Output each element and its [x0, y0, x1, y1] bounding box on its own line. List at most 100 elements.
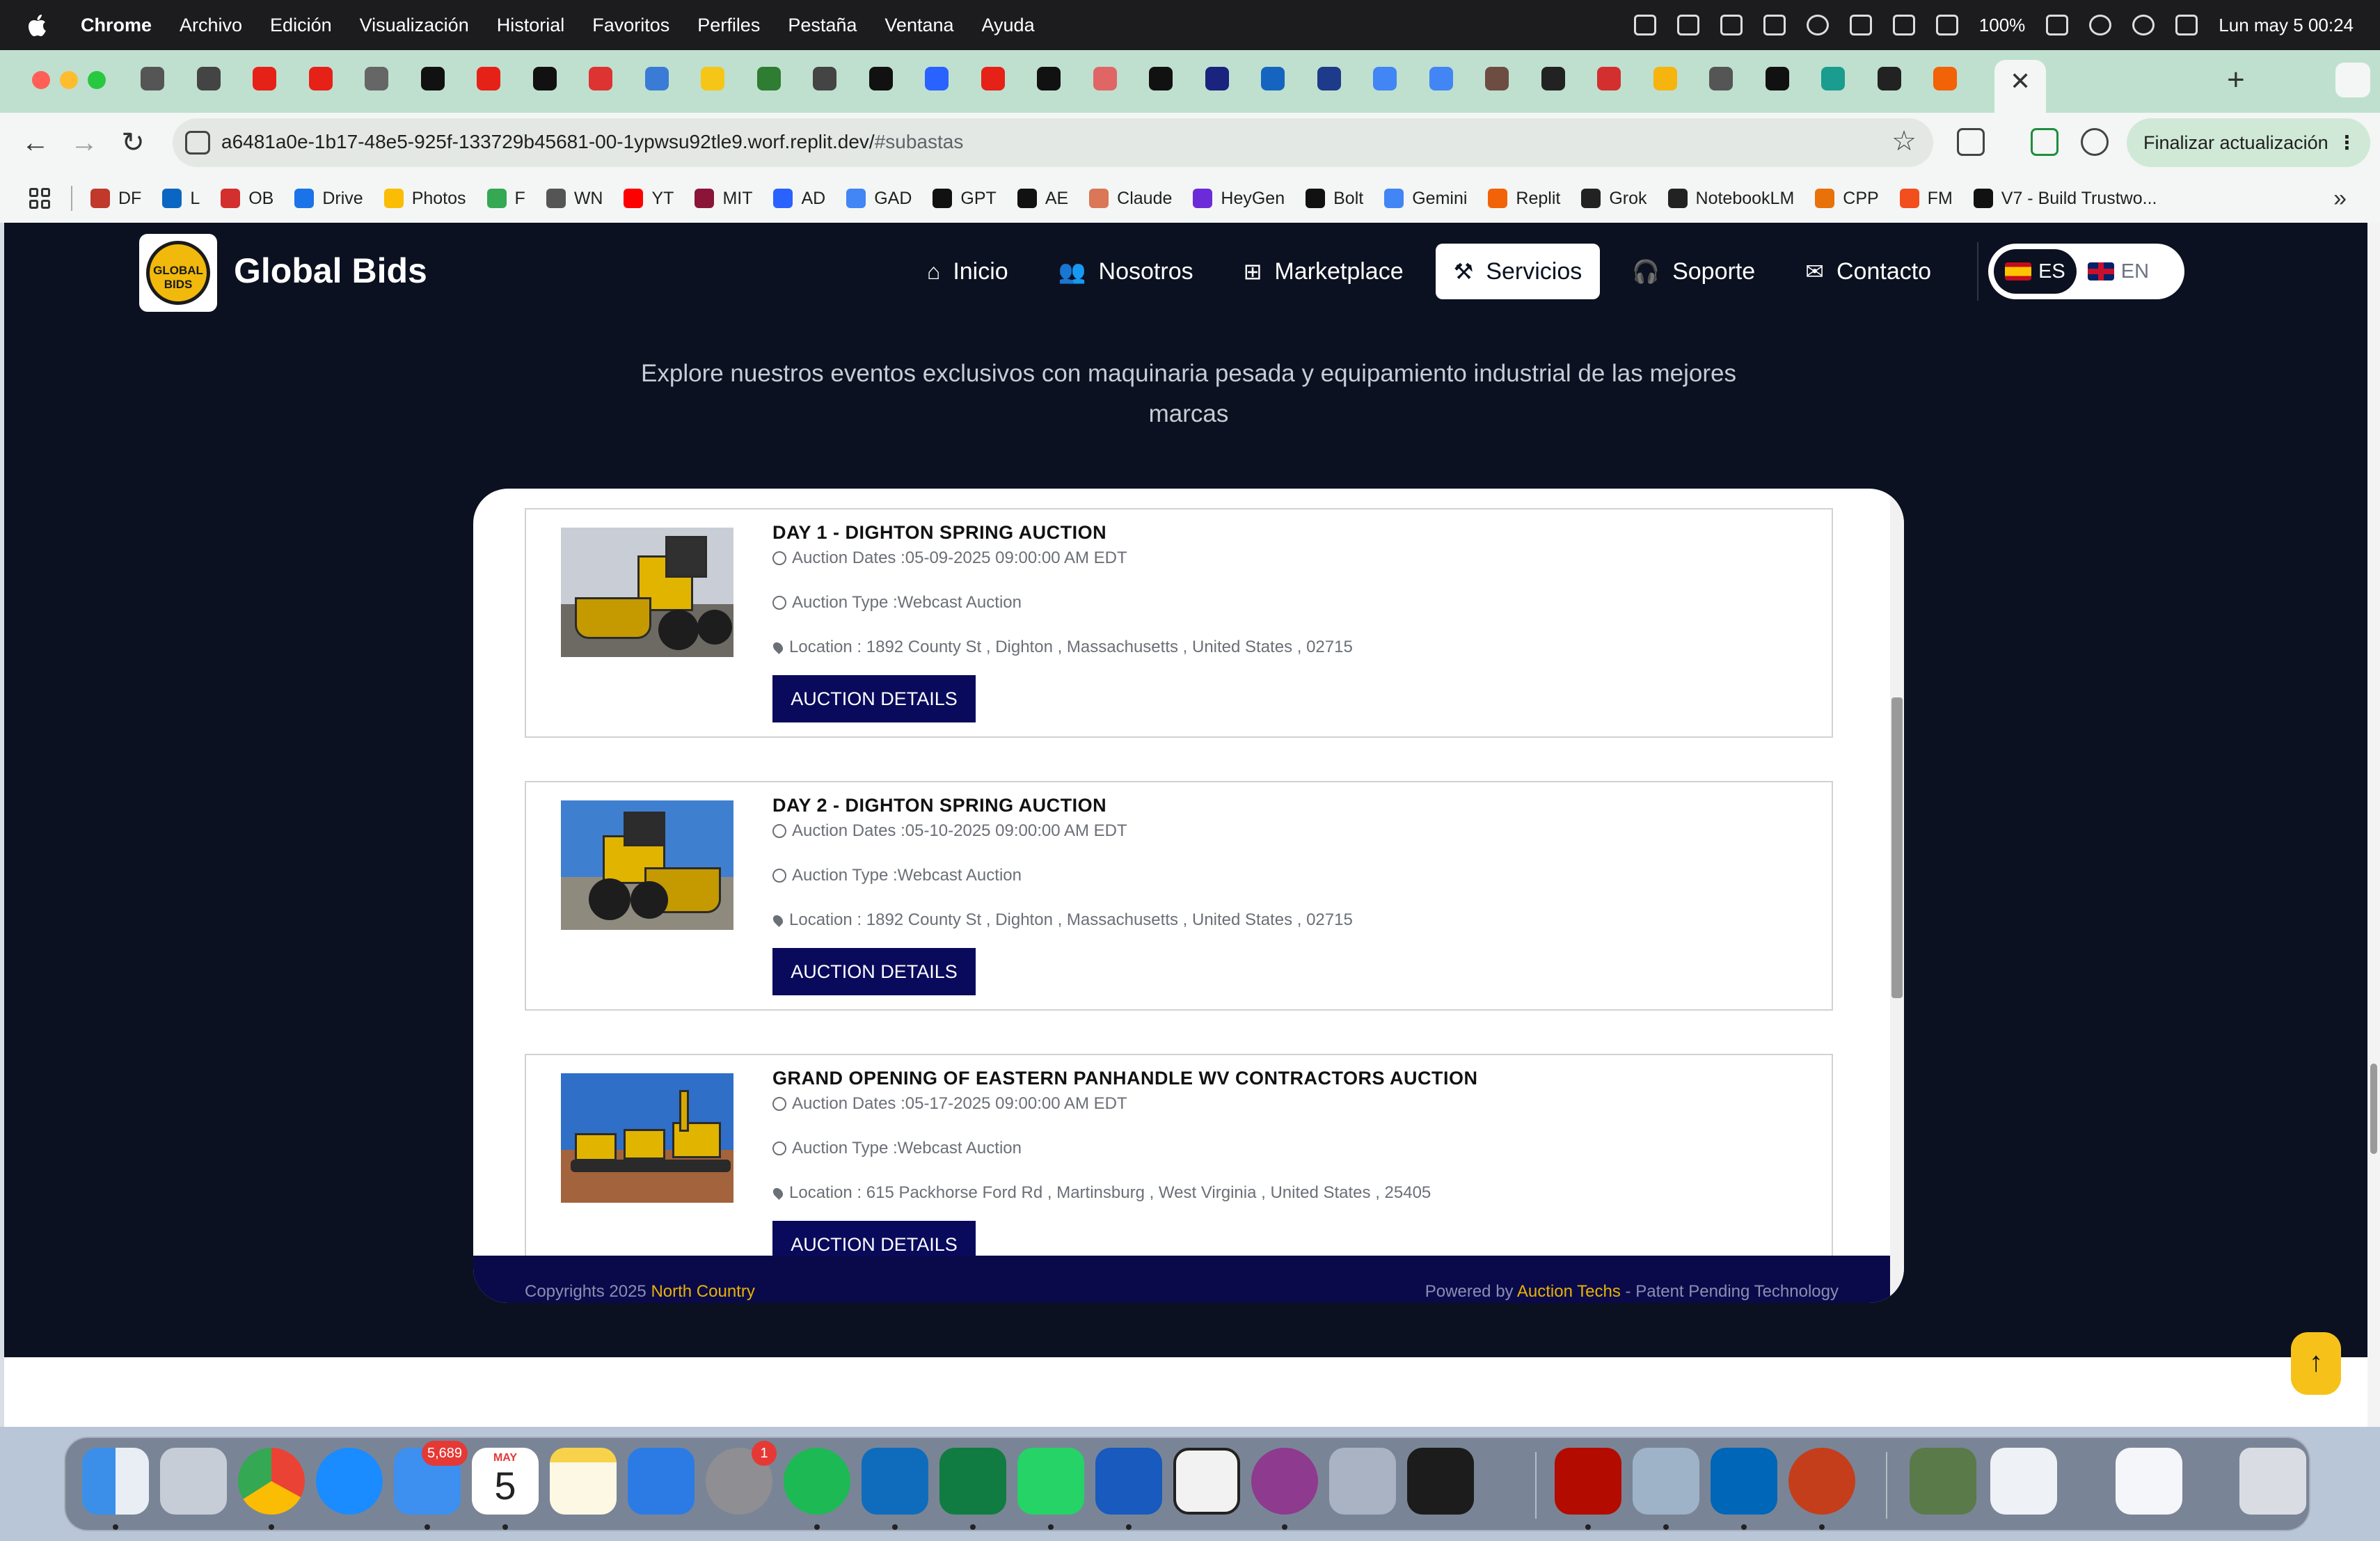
menu-app-name[interactable]: Chrome — [81, 15, 152, 36]
bookmark-item[interactable]: Drive — [294, 189, 363, 209]
nav-marketplace[interactable]: ⊞ Marketplace — [1225, 244, 1422, 299]
bookmark-item[interactable]: AD — [773, 189, 825, 209]
screen-recorder-icon[interactable] — [1251, 1448, 1318, 1515]
finder-icon[interactable] — [82, 1448, 149, 1515]
more-menu-icon[interactable]: ⋮ — [2338, 118, 2356, 167]
forward-arrow-icon[interactable]: → — [67, 125, 102, 160]
reload-icon[interactable]: ↻ — [116, 125, 150, 160]
excel-icon[interactable] — [939, 1448, 1006, 1515]
tab-favicon-icon[interactable] — [1653, 67, 1677, 90]
scroll-to-top-button[interactable]: ↑ — [2291, 1332, 2341, 1395]
tab-favicon-icon[interactable] — [1933, 67, 1957, 90]
audio-waveform-icon[interactable] — [1676, 15, 1699, 35]
auction-image-excavators[interactable] — [561, 1073, 733, 1203]
app-5-icon[interactable] — [1173, 1448, 1240, 1515]
keyboard-icon[interactable] — [1935, 15, 1958, 35]
auction-title[interactable]: DAY 2 - DIGHTON SPRING AUCTION — [772, 795, 1106, 816]
bookmark-item[interactable]: NotebookLM — [1667, 189, 1794, 209]
bluetooth-icon[interactable] — [1892, 15, 1915, 35]
iphone-mirroring-icon[interactable] — [1329, 1448, 1396, 1515]
bookmark-item[interactable]: Claude — [1089, 189, 1172, 209]
preview-icon[interactable] — [1633, 1448, 1699, 1515]
tab-favicon-icon[interactable] — [1317, 67, 1341, 90]
bookmark-item[interactable]: OB — [221, 189, 273, 209]
auction-details-button[interactable]: AUCTION DETAILS — [772, 675, 976, 722]
bookmark-item[interactable]: CPP — [1815, 189, 1879, 209]
auction-title[interactable]: DAY 1 - DIGHTON SPRING AUCTION — [772, 522, 1106, 544]
bookmark-item[interactable]: Grok — [1581, 189, 1647, 209]
auction-image-wheel-loader[interactable] — [561, 528, 733, 657]
window-minimize-icon[interactable] — [60, 71, 78, 89]
trash-icon[interactable] — [2239, 1448, 2306, 1515]
profile-avatar-icon[interactable] — [2081, 128, 2109, 156]
nav-servicios[interactable]: ⚒ Servicios — [1435, 244, 1601, 299]
tab-favicon-icon[interactable] — [1373, 67, 1397, 90]
page-scrollbar-thumb[interactable] — [2370, 1064, 2377, 1154]
extensions-icon[interactable] — [1957, 128, 1985, 156]
tab-favicon-icon[interactable] — [1821, 67, 1845, 90]
tab-favicon-icon[interactable] — [141, 67, 164, 90]
nav-contacto[interactable]: ✉ Contacto — [1787, 244, 1949, 299]
window-close-icon[interactable] — [32, 71, 50, 89]
download-icon[interactable] — [2031, 128, 2058, 156]
new-tab-icon[interactable]: + — [2227, 63, 2245, 97]
bookmark-item[interactable]: WN — [546, 189, 603, 209]
mail-icon[interactable]: 5,689 — [394, 1441, 468, 1515]
notes-icon[interactable] — [550, 1448, 617, 1515]
frame-scrollbar-thumb[interactable] — [1891, 697, 1903, 998]
vscode-icon[interactable] — [1711, 1448, 1777, 1515]
control-center-icon[interactable] — [2175, 15, 2198, 35]
nav-nosotros[interactable]: 👥 Nosotros — [1040, 244, 1212, 299]
word-icon[interactable] — [1095, 1448, 1162, 1515]
brand-name[interactable]: Global Bids — [234, 251, 427, 291]
bookmark-item[interactable]: GAD — [846, 189, 912, 209]
tab-favicon-icon[interactable] — [1261, 67, 1285, 90]
bookmark-item[interactable]: AE — [1017, 189, 1068, 209]
recent-file-thumbnail[interactable] — [1990, 1448, 2057, 1515]
tab-close-icon[interactable]: ✕ — [2010, 67, 2031, 96]
nav-soporte[interactable]: 🎧 Soporte — [1614, 244, 1773, 299]
bookmark-item[interactable]: V7 - Build Trustwo... — [1973, 189, 2157, 209]
app-status-icon[interactable] — [1763, 15, 1786, 35]
powerpoint-icon[interactable] — [1788, 1448, 1855, 1515]
spotify-icon[interactable] — [784, 1448, 850, 1515]
tab-favicon-icon[interactable] — [308, 67, 333, 90]
safari-icon[interactable] — [316, 1448, 383, 1515]
menu-visualizacion[interactable]: Visualización — [360, 15, 469, 36]
chrome-icon[interactable] — [238, 1448, 305, 1515]
volume-icon[interactable] — [1849, 15, 1872, 35]
tab-favicon-icon[interactable] — [1597, 67, 1621, 90]
address-bar[interactable]: a6481a0e-1b17-48e5-925f-133729b45681-00-… — [173, 118, 1933, 167]
tab-favicon-icon[interactable] — [1093, 67, 1117, 90]
menu-historial[interactable]: Historial — [497, 15, 565, 36]
apps-grid-icon[interactable] — [29, 188, 50, 209]
apple-logo-icon[interactable] — [28, 13, 49, 37]
tab-favicon-icon[interactable] — [925, 67, 949, 90]
bookmark-item[interactable]: MIT — [695, 189, 752, 209]
outlook-icon[interactable] — [862, 1448, 928, 1515]
menu-edicion[interactable]: Edición — [270, 15, 332, 36]
tab-favicon-icon[interactable] — [589, 67, 612, 90]
bookmark-item[interactable]: YT — [624, 189, 674, 209]
tab-favicon-icon[interactable] — [701, 67, 724, 90]
bookmark-item[interactable]: Photos — [383, 189, 466, 209]
nav-inicio[interactable]: ⌂ Inicio — [909, 244, 1026, 299]
auction-image-wheel-loader[interactable] — [561, 800, 733, 930]
bookmark-item[interactable]: Bolt — [1306, 189, 1363, 209]
lang-es-button[interactable]: ES — [1994, 249, 2077, 294]
lang-en-button[interactable]: EN — [2077, 249, 2160, 294]
tab-favicon-icon[interactable] — [981, 67, 1005, 90]
page-scrollbar[interactable] — [2367, 223, 2380, 1427]
bookmark-item[interactable]: L — [162, 189, 200, 209]
auction-techs-link[interactable]: Auction Techs — [1517, 1282, 1621, 1301]
tab-favicon-icon[interactable] — [196, 67, 221, 90]
tab-favicon-icon[interactable] — [253, 67, 276, 90]
tab-favicon-icon[interactable] — [644, 67, 669, 90]
tab-favicon-icon[interactable] — [813, 67, 836, 90]
keynote-icon[interactable] — [628, 1448, 695, 1515]
tab-favicon-icon[interactable] — [1037, 67, 1061, 90]
recent-file-thumbnail[interactable] — [1910, 1448, 1976, 1515]
menu-ayuda[interactable]: Ayuda — [982, 15, 1035, 36]
auction-title[interactable]: GRAND OPENING OF EASTERN PANHANDLE WV CO… — [772, 1068, 1478, 1089]
tab-favicon-icon[interactable] — [1709, 67, 1733, 90]
